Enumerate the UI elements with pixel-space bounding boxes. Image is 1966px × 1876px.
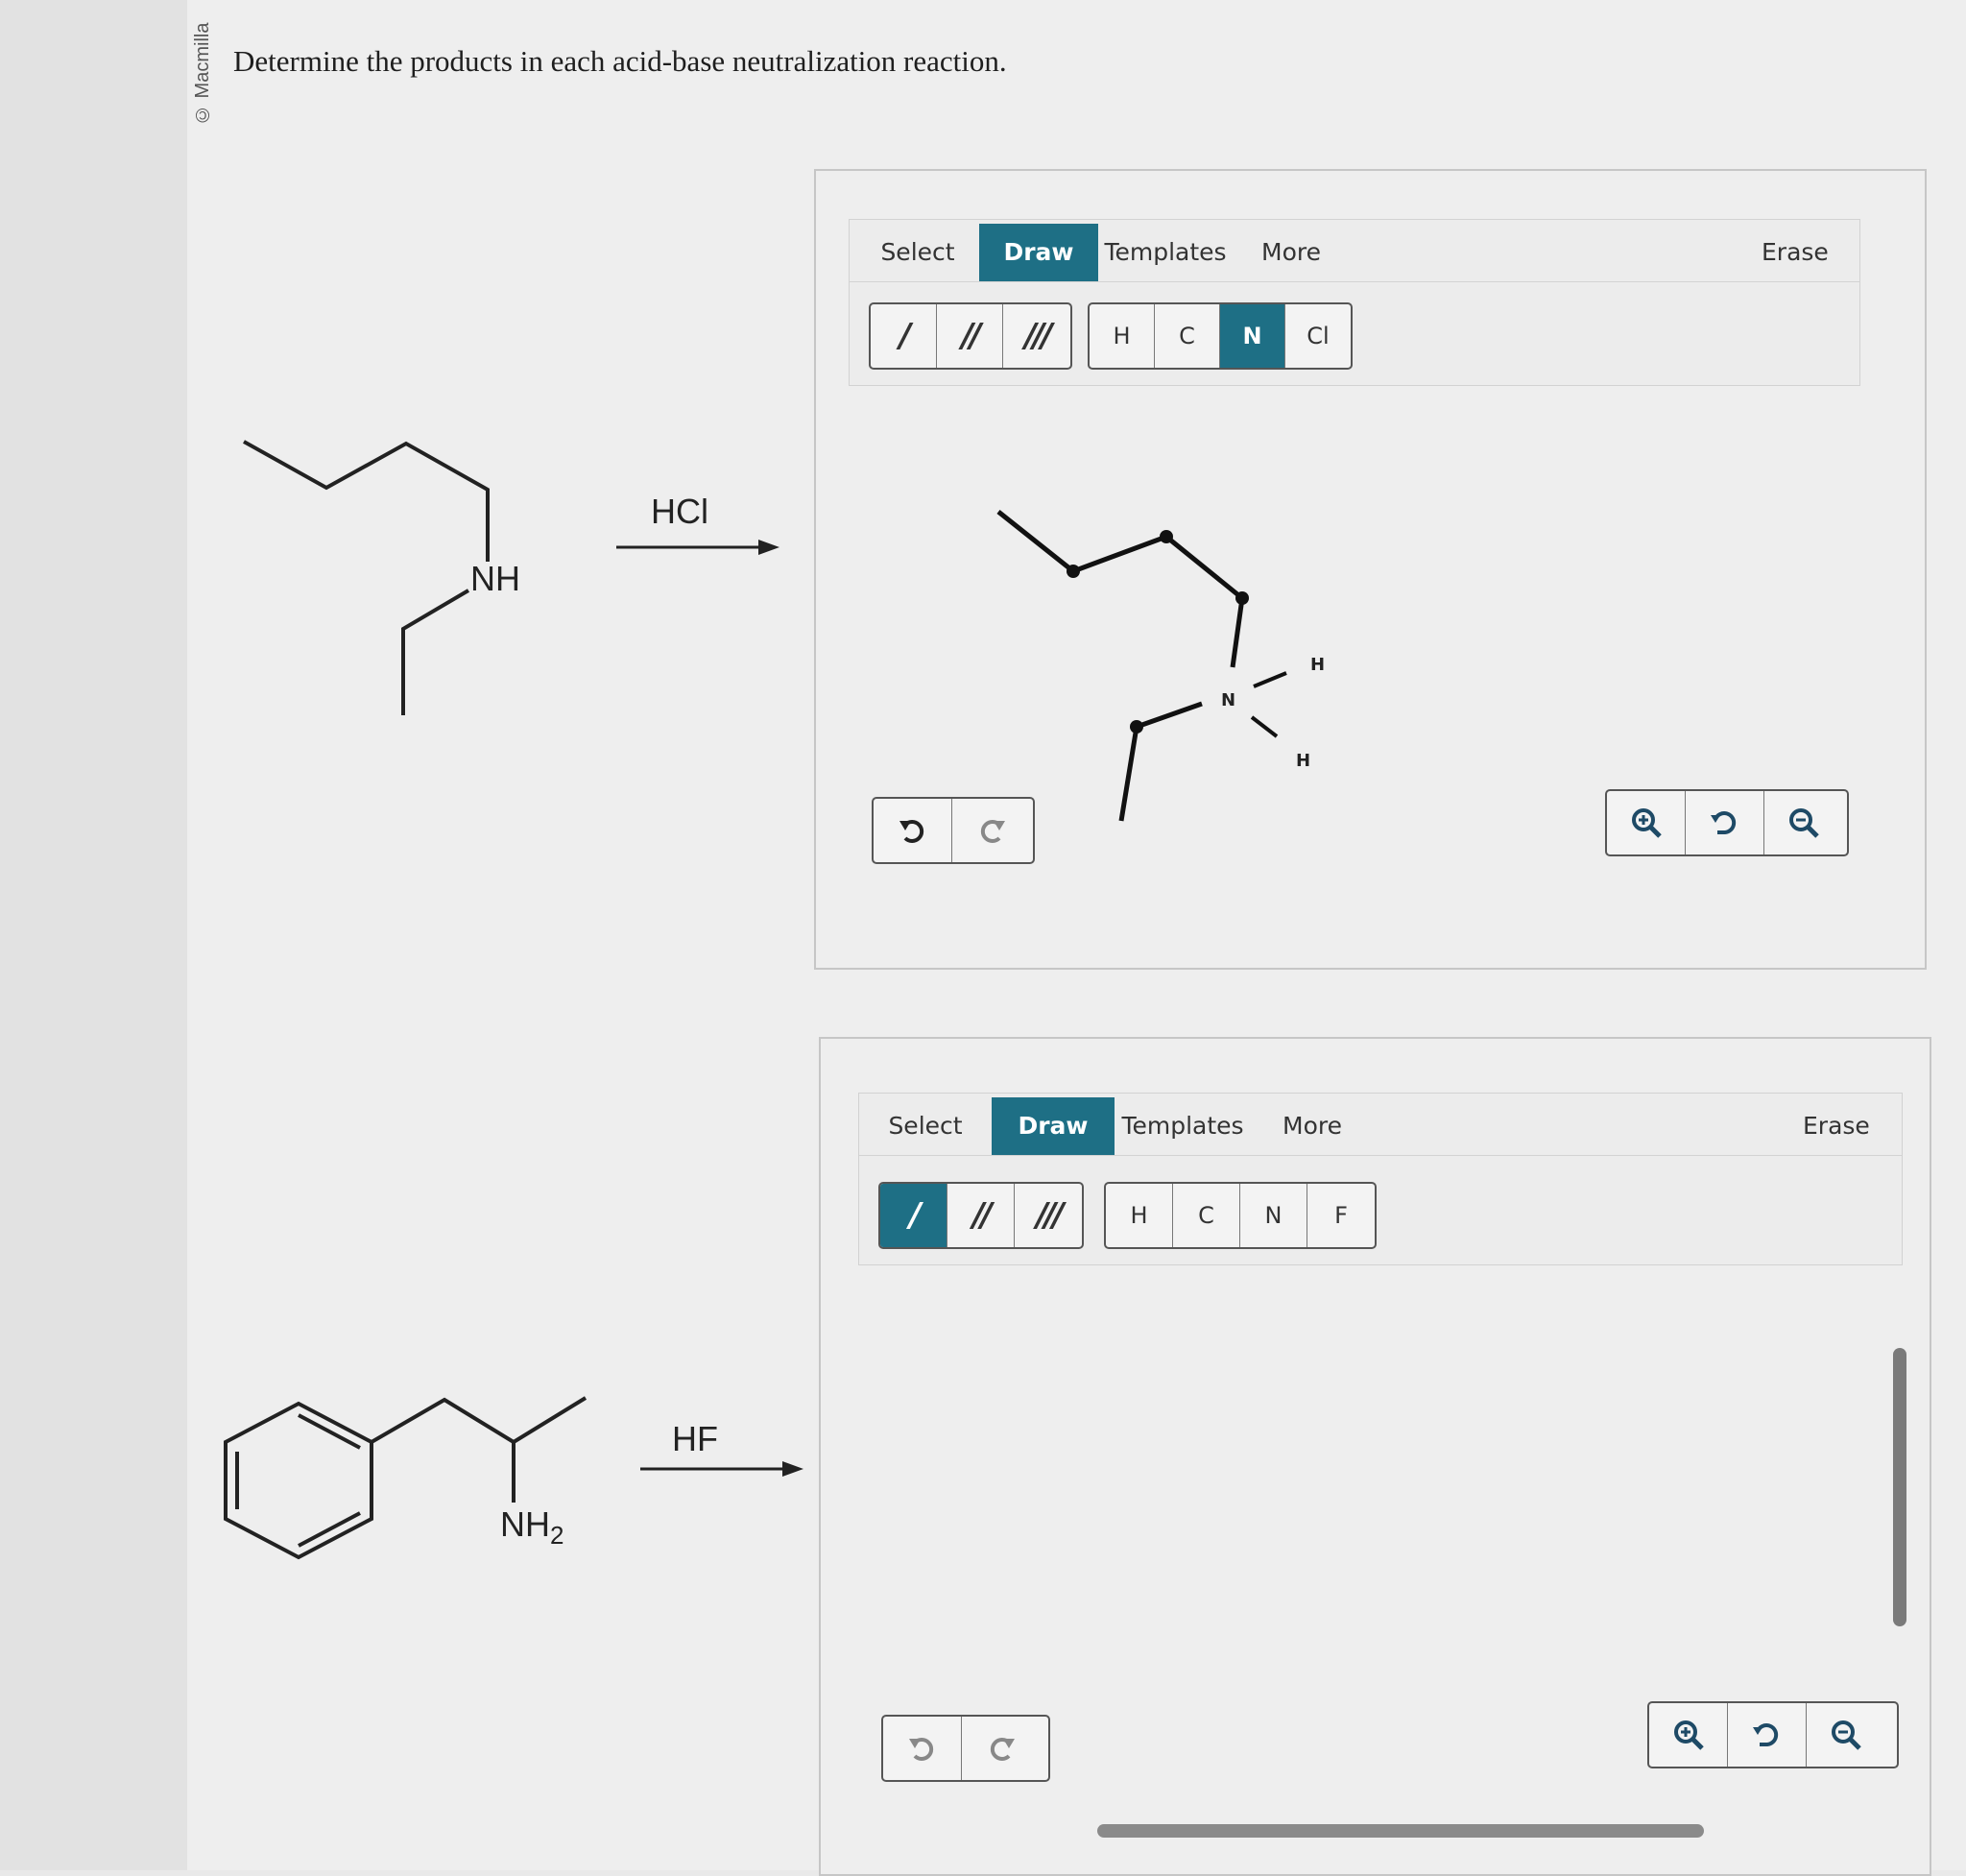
editor-1-atom-n-button[interactable]: N bbox=[1220, 304, 1285, 368]
editor-2-horizontal-scrollbar[interactable] bbox=[1097, 1824, 1704, 1838]
editor-2-erase-button[interactable]: Erase bbox=[1803, 1097, 1870, 1155]
editor-2-atom-n-button[interactable]: N bbox=[1240, 1184, 1307, 1247]
editor-1-reset-zoom-button[interactable] bbox=[1686, 791, 1764, 854]
editor-2-history-controls bbox=[881, 1715, 1050, 1782]
editor-2-tab-select[interactable]: Select bbox=[865, 1097, 986, 1155]
editor-1-erase-button[interactable]: Erase bbox=[1762, 224, 1829, 281]
reactant-1-structure: NH bbox=[243, 440, 520, 715]
editor-2-tab-draw[interactable]: Draw bbox=[992, 1097, 1115, 1155]
editor-1-undo-button[interactable] bbox=[874, 799, 952, 862]
editor-1-tab-draw[interactable]: Draw bbox=[979, 224, 1098, 281]
reactant-2-nh2-label: NH2 bbox=[500, 1504, 563, 1550]
editor-2-atom-h-button[interactable]: H bbox=[1106, 1184, 1173, 1247]
editor-1-tab-select[interactable]: Select bbox=[857, 224, 978, 281]
left-margin bbox=[0, 0, 187, 1870]
editor-1-double-bond-button[interactable]: // bbox=[937, 304, 1003, 368]
undo-icon bbox=[899, 820, 923, 843]
reactant-1-nh-label: NH bbox=[470, 559, 520, 598]
zoom-out-icon bbox=[1832, 1720, 1861, 1750]
benzene-ring bbox=[224, 1401, 373, 1560]
editor-2-bond-group: / // /// bbox=[878, 1182, 1084, 1249]
editor-2-toolbar: Select Draw Templates More Erase / // //… bbox=[858, 1093, 1903, 1265]
editor-2-tab-more[interactable]: More bbox=[1274, 1097, 1351, 1155]
editor-1-toolbar: Select Draw Templates More Erase / // //… bbox=[849, 219, 1860, 386]
editor-1-atom-c-button[interactable]: C bbox=[1155, 304, 1220, 368]
editor-1-drawn-structure[interactable]: N H H bbox=[979, 494, 1363, 830]
reactant-2-chain bbox=[370, 1396, 587, 1445]
reaction-arrow-2 bbox=[640, 1461, 803, 1477]
editor-1-zoom-controls bbox=[1605, 789, 1849, 856]
reagent-2-label: HF bbox=[672, 1419, 718, 1458]
editor-1-tab-templates[interactable]: Templates bbox=[1103, 224, 1228, 281]
reagent-1-label: HCl bbox=[651, 492, 708, 531]
redo-icon bbox=[990, 1738, 1015, 1761]
editor-1-bond-group: / // /// bbox=[869, 302, 1072, 370]
editor-2-atom-f-button[interactable]: F bbox=[1307, 1184, 1375, 1247]
editor-1-zoom-in-button[interactable] bbox=[1607, 791, 1686, 854]
editor-1-atom-cl-button[interactable]: Cl bbox=[1285, 304, 1351, 368]
editor-2-undo-button[interactable] bbox=[883, 1717, 962, 1780]
editor-1-atom-group: H C N Cl bbox=[1088, 302, 1353, 370]
reaction-arrow-1 bbox=[616, 540, 779, 555]
reset-zoom-icon bbox=[1710, 811, 1736, 834]
undo-icon bbox=[908, 1738, 933, 1761]
editor-2-zoom-in-button[interactable] bbox=[1649, 1703, 1728, 1767]
reactant-1-lower-chain bbox=[401, 589, 470, 715]
editor-1-triple-bond-button[interactable]: /// bbox=[1003, 304, 1070, 368]
editor-1-single-bond-button[interactable]: / bbox=[871, 304, 937, 368]
editor-1-zoom-out-button[interactable] bbox=[1764, 791, 1843, 854]
editor-2-triple-bond-button[interactable]: /// bbox=[1015, 1184, 1082, 1247]
editor-2-tab-row: Select Draw Templates More Erase bbox=[859, 1094, 1902, 1156]
reset-zoom-icon bbox=[1752, 1723, 1778, 1746]
drawn-hydrogen-atom-1: H bbox=[1310, 655, 1325, 675]
reactant-2-structure: NH2 bbox=[224, 1396, 587, 1560]
editor-1-atom-h-button[interactable]: H bbox=[1090, 304, 1155, 368]
redo-icon bbox=[980, 820, 1005, 843]
editor-2-double-bond-button[interactable]: // bbox=[947, 1184, 1015, 1247]
editor-2-atom-c-button[interactable]: C bbox=[1173, 1184, 1240, 1247]
zoom-in-icon bbox=[1673, 1720, 1704, 1750]
editor-2-single-bond-button[interactable]: / bbox=[880, 1184, 947, 1247]
reactant-1-upper-chain bbox=[243, 440, 490, 562]
editor-2-zoom-out-button[interactable] bbox=[1807, 1703, 1885, 1767]
zoom-in-icon bbox=[1631, 808, 1662, 838]
editor-2-atom-group: H C N F bbox=[1104, 1182, 1377, 1249]
editor-1-tab-more[interactable]: More bbox=[1253, 224, 1330, 281]
drawn-nitrogen-atom: N bbox=[1221, 690, 1235, 710]
editor-1-history-controls bbox=[872, 797, 1035, 864]
question-text: Determine the products in each acid-base… bbox=[233, 44, 1007, 78]
editor-1-tab-row: Select Draw Templates More Erase bbox=[850, 220, 1859, 282]
copyright-watermark: © Macmilla bbox=[192, 22, 213, 125]
editor-2-zoom-controls bbox=[1647, 1701, 1899, 1768]
zoom-out-icon bbox=[1789, 808, 1819, 838]
drawn-hydrogen-atom-2: H bbox=[1296, 751, 1310, 771]
editor-2-redo-button[interactable] bbox=[962, 1717, 1041, 1780]
editor-2-reset-zoom-button[interactable] bbox=[1728, 1703, 1807, 1767]
editor-1-redo-button[interactable] bbox=[952, 799, 1031, 862]
editor-2-vertical-scrollbar[interactable] bbox=[1893, 1348, 1906, 1626]
editor-2-tab-templates[interactable]: Templates bbox=[1120, 1097, 1245, 1155]
